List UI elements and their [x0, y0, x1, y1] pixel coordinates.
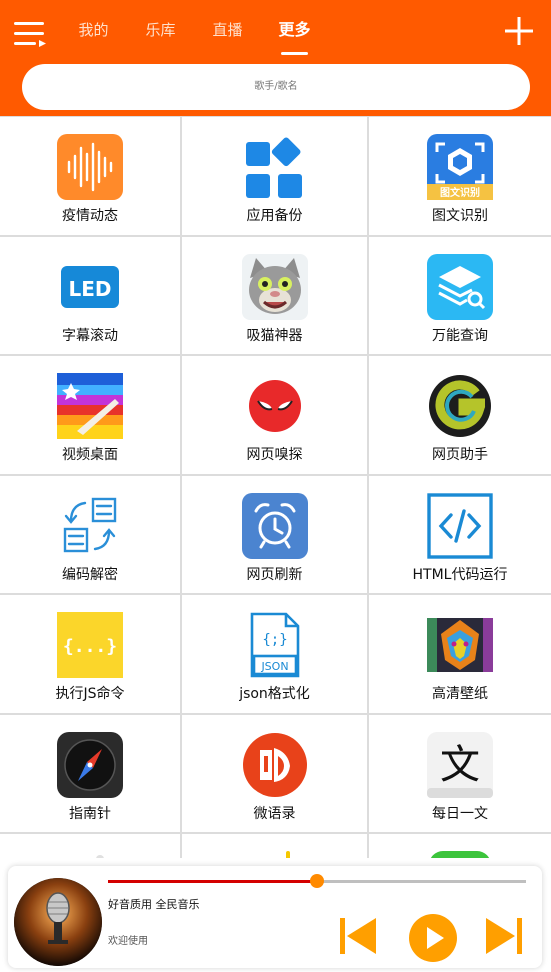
alarm-clock-icon — [241, 493, 308, 559]
microphone-cover-icon[interactable] — [14, 878, 102, 966]
grid-item-app-backup[interactable]: 应用备份 — [182, 117, 367, 235]
grid-item-subtitle-scroll[interactable]: LED 字幕滚动 — [0, 237, 180, 354]
search-placeholder: 歌手/歌名 — [254, 81, 298, 92]
grid-item-label: 万能查询 — [432, 328, 488, 344]
grid-item-label: 高清壁纸 — [432, 686, 488, 702]
song-subtitle: 欢迎使用 — [108, 936, 148, 947]
tab-live[interactable]: 直播 — [194, 18, 261, 58]
grid-item-js-command[interactable]: {...} 执行JS命令 — [0, 595, 180, 713]
talking-cat-icon — [241, 254, 308, 320]
grid-item-encode-decode[interactable]: 编码解密 — [0, 476, 180, 593]
grid-item-partial-3[interactable] — [369, 834, 551, 858]
grid-item-html-runner[interactable]: HTML代码运行 — [369, 476, 551, 593]
grid-item-label: 网页嗅探 — [246, 447, 303, 463]
play-icon[interactable] — [408, 913, 458, 963]
grid-item-label: 每日一文 — [432, 806, 488, 822]
previous-icon[interactable] — [338, 916, 378, 956]
grid-item-label: 字幕滚动 — [62, 328, 118, 344]
grid-item-daily-article[interactable]: 文 每日一文 — [369, 715, 551, 832]
tab-mine[interactable]: 我的 — [60, 18, 127, 58]
grid-item-universal-query[interactable]: 万能查询 — [369, 237, 551, 354]
feature-grid: 疫情动态 应用备份 图文识别 图文识别 LED 字幕滚动 吸猫神器 万能查询 视… — [0, 116, 551, 858]
grid-item-label: 视频桌面 — [62, 447, 118, 463]
tab-more[interactable]: 更多 — [261, 18, 328, 58]
tab-label: 更多 — [278, 20, 311, 39]
partial-icon — [57, 851, 123, 858]
json-badge-text: JSON — [260, 660, 288, 673]
grid-item-micro-quotes[interactable]: 微语录 — [182, 715, 367, 832]
tab-bar: 我的 乐库 直播 更多 — [60, 18, 328, 58]
grid-item-label: 网页刷新 — [246, 567, 303, 583]
ocr-badge-text: 图文识别 — [440, 186, 480, 199]
grid-item-json-format[interactable]: {;} JSON json格式化 — [182, 595, 367, 713]
tab-label: 乐库 — [145, 21, 176, 39]
svg-text:{;}: {;} — [262, 632, 287, 648]
next-icon[interactable] — [484, 916, 524, 956]
grid-item-ocr[interactable]: 图文识别 图文识别 — [369, 117, 551, 235]
mini-player[interactable]: 好音质用 全民音乐 欢迎使用 — [8, 866, 542, 968]
grid-item-web-assistant[interactable]: 网页助手 — [369, 356, 551, 474]
grid-item-label: 应用备份 — [246, 208, 303, 224]
plus-icon[interactable] — [504, 16, 534, 46]
json-file-icon: {;} JSON — [242, 612, 308, 678]
grid-item-label: 疫情动态 — [62, 208, 118, 224]
code-brackets-icon — [427, 493, 493, 559]
partial-icon — [427, 851, 493, 858]
grid-item-label: HTML代码运行 — [412, 567, 508, 583]
grid-item-label: 图文识别 — [432, 208, 488, 224]
grid-item-partial-2[interactable] — [182, 834, 367, 858]
grid-item-web-sniffer[interactable]: 网页嗅探 — [182, 356, 367, 474]
grid-item-label: 执行JS命令 — [55, 686, 125, 702]
grid-item-label: 网页助手 — [432, 447, 488, 463]
tab-label: 我的 — [78, 21, 109, 39]
grid-item-compass[interactable]: 指南针 — [0, 715, 180, 832]
grid-item-label: json格式化 — [239, 686, 310, 702]
menu-icon[interactable] — [14, 20, 46, 48]
led-icon: LED — [57, 254, 123, 320]
colorful-wallpaper-icon — [57, 373, 123, 439]
progress-bar[interactable] — [108, 874, 526, 888]
grid-item-video-desktop[interactable]: 视频桌面 — [0, 356, 180, 474]
grid-item-partial-1[interactable] — [0, 834, 180, 858]
grid-item-epidemic-news[interactable]: 疫情动态 — [0, 117, 180, 235]
compass-icon — [57, 732, 123, 798]
progress-thumb[interactable] — [310, 874, 324, 888]
wen-badge-text: 文 — [440, 742, 480, 788]
grid-item-label: 编码解密 — [62, 567, 118, 583]
convert-docs-icon — [57, 493, 123, 559]
app-blocks-icon — [242, 134, 308, 200]
led-badge-text: LED — [68, 277, 111, 301]
grid-item-cat[interactable]: 吸猫神器 — [182, 237, 367, 354]
search-input[interactable]: 歌手/歌名 — [22, 64, 530, 110]
book-logo-icon — [242, 732, 308, 798]
lion-art-icon — [427, 612, 493, 678]
progress-played — [108, 880, 317, 883]
scan-ocr-icon: 图文识别 — [427, 134, 493, 200]
grid-item-label: 指南针 — [69, 806, 111, 822]
g-logo-icon — [427, 373, 493, 439]
active-tab-indicator — [281, 52, 308, 55]
tab-label: 直播 — [212, 21, 243, 39]
wen-character-icon: 文 — [427, 732, 493, 798]
grid-item-label: 吸猫神器 — [246, 328, 303, 344]
soundwave-icon — [57, 134, 123, 200]
grid-item-hd-wallpaper[interactable]: 高清壁纸 — [369, 595, 551, 713]
grid-item-web-refresh[interactable]: 网页刷新 — [182, 476, 367, 593]
spider-mask-icon — [242, 373, 308, 439]
partial-icon — [242, 851, 308, 858]
grid-item-label: 微语录 — [253, 806, 296, 822]
top-bar: 我的 乐库 直播 更多 歌手/歌名 — [0, 0, 551, 116]
tab-library[interactable]: 乐库 — [127, 18, 194, 58]
song-title: 好音质用 全民音乐 — [108, 898, 200, 911]
js-badge-text: {...} — [63, 636, 117, 657]
layers-search-icon — [427, 254, 493, 320]
js-braces-icon: {...} — [57, 612, 123, 678]
